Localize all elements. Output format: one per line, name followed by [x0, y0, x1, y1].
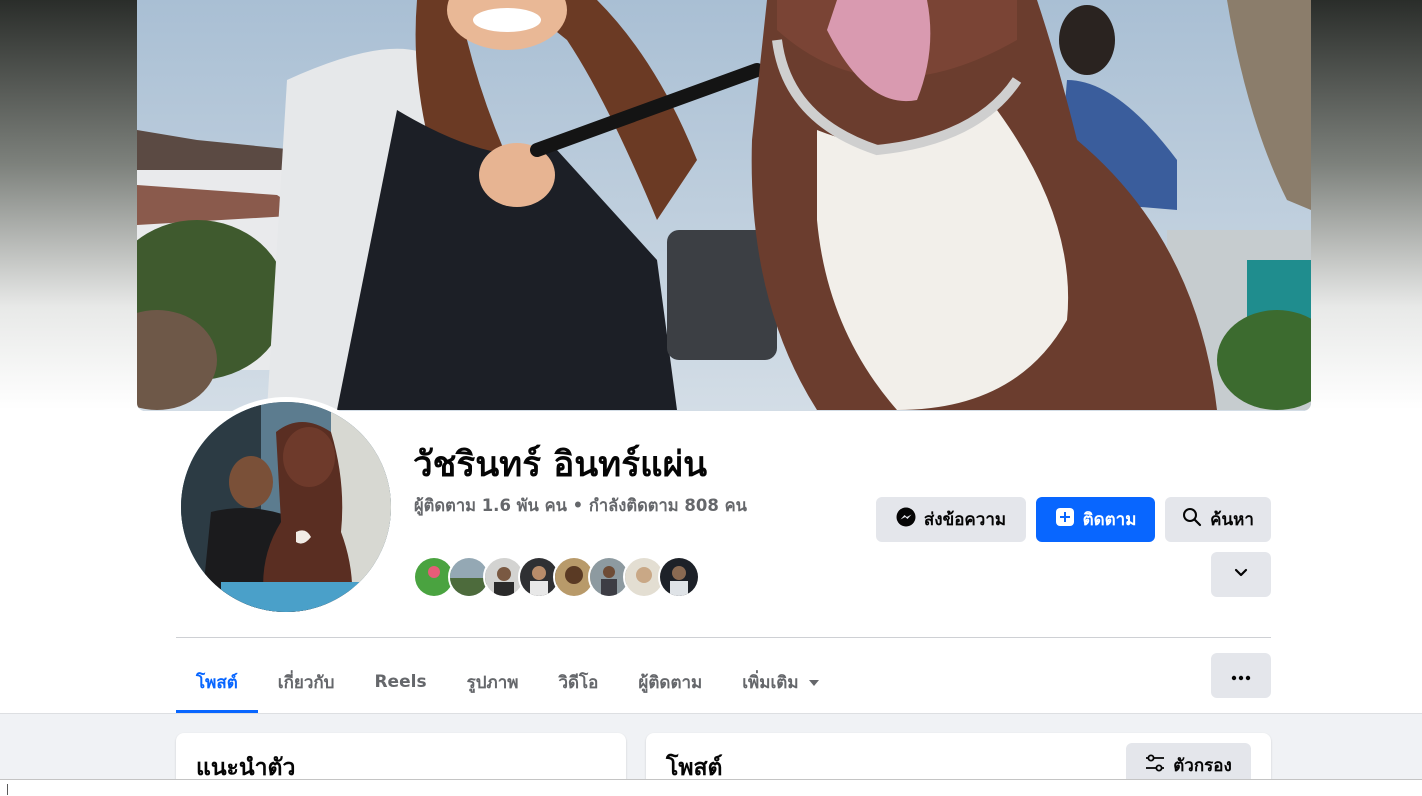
tab-label: เพิ่มเติม: [742, 672, 799, 693]
more-options-button[interactable]: [1211, 653, 1271, 698]
follow-stats[interactable]: ผู้ติดตาม 1.6 พัน คน • กำลังติดตาม 808 ค…: [414, 494, 754, 518]
filter-button-label: ตัวกรอง: [1173, 756, 1232, 776]
profile-picture[interactable]: [181, 402, 391, 612]
message-button[interactable]: ส่งข้อความ: [876, 497, 1026, 542]
header-divider: [176, 637, 1271, 638]
tab-label: ผู้ติดตาม: [638, 672, 703, 693]
search-button[interactable]: ค้นหา: [1165, 497, 1271, 542]
tab-label: วิดีโอ: [558, 672, 599, 693]
tab-label: เกี่ยวกับ: [277, 672, 335, 693]
follower-avatar-list: [413, 556, 700, 598]
follow-plus-icon: [1055, 507, 1075, 532]
follow-button-label: ติดตาม: [1082, 510, 1137, 530]
text-cursor: [7, 784, 8, 795]
cover-photo[interactable]: [137, 0, 1311, 411]
tab-more[interactable]: เพิ่มเติม: [722, 652, 838, 712]
tab-label: รูปภาพ: [466, 672, 519, 693]
message-button-label: ส่งข้อความ: [923, 510, 1007, 530]
tab-followers[interactable]: ผู้ติดตาม: [618, 652, 722, 712]
tab-posts[interactable]: โพสต์: [176, 652, 258, 713]
profile-name: วัชรินทร์ อินทร์แผ่น: [413, 445, 707, 485]
tab-photos[interactable]: รูปภาพ: [447, 652, 539, 712]
status-bar: [0, 779, 1422, 796]
tab-label: Reels: [374, 672, 427, 692]
follow-button[interactable]: ติดตาม: [1036, 497, 1155, 542]
search-icon: [1182, 507, 1202, 532]
profile-tabs: โพสต์ เกี่ยวกับ Reels รูปภาพ วิดีโอ ผู้ต…: [176, 652, 839, 714]
filter-icon: [1145, 754, 1165, 777]
more-dots-icon: [1231, 666, 1251, 686]
messenger-icon: [896, 507, 916, 532]
tab-label: โพสต์: [196, 673, 238, 693]
tab-videos[interactable]: วิดีโอ: [538, 652, 618, 712]
tab-reels[interactable]: Reels: [354, 652, 446, 712]
follower-avatar[interactable]: [658, 556, 700, 598]
chevron-down-icon: [1233, 564, 1249, 585]
tab-about[interactable]: เกี่ยวกับ: [258, 652, 355, 712]
profile-options-dropdown[interactable]: [1211, 552, 1271, 597]
search-button-label: ค้นหา: [1210, 510, 1254, 530]
dropdown-caret-icon: [808, 680, 819, 686]
